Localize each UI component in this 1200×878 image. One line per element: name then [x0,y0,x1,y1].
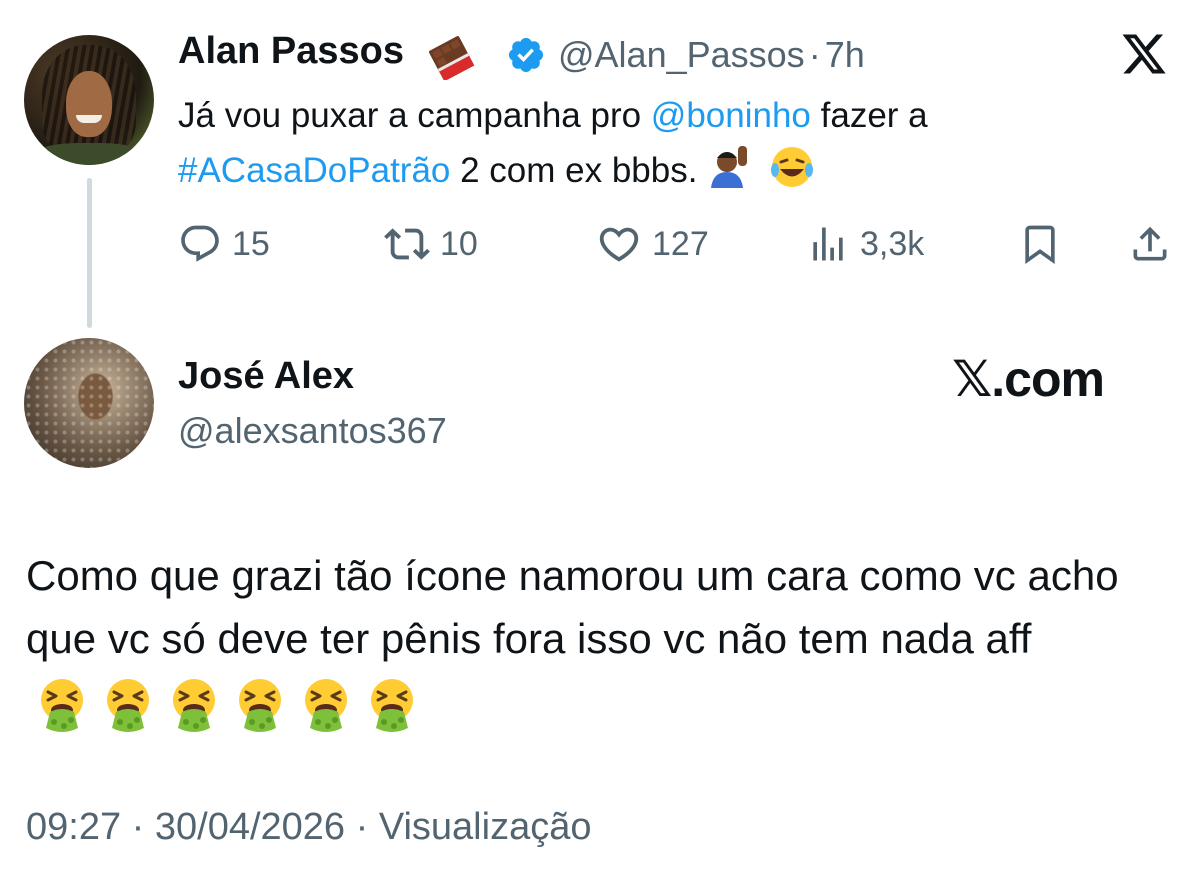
avatar-jose-alex[interactable] [24,338,154,468]
person-raising-hand-icon [711,146,748,188]
hashtag-link[interactable]: #ACasaDoPatrão [178,151,450,190]
tweet-timestamp: 09:27 · 30/04/2026 · Visualização [26,806,592,848]
heart-icon [599,227,639,262]
bookmark-icon [1025,225,1055,265]
share-icon [1133,226,1167,261]
thread-connector-line [87,178,92,328]
vomiting-face-icon [173,678,215,732]
reply-author-name[interactable]: José Alex [178,355,354,398]
reply-button[interactable]: 15 [178,220,270,268]
share-button[interactable] [1128,220,1172,268]
like-button[interactable]: 127 [596,220,709,268]
author-name[interactable]: Alan Passos [178,30,404,73]
x-dot-com-label: 𝕏.com [952,351,1105,407]
vomiting-face-icon [305,678,347,732]
views-count: 3,3k [860,224,925,263]
retweet-button[interactable]: 10 [384,220,478,268]
views-chart-icon [813,227,843,261]
parent-tweet-text: Já vou puxar a campanha pro @boninho faz… [178,96,928,190]
vomiting-face-icon [371,678,413,732]
vomiting-face-icon [41,678,83,732]
reply-author-handle[interactable]: @alexsantos367 [178,410,447,452]
chocolate-bar-icon [429,36,475,80]
reply-count: 15 [232,224,270,263]
laughing-tears-icon [770,147,813,187]
views-button[interactable]: 3,3k [806,220,924,268]
vomiting-emoji-row [34,676,420,734]
vomiting-face-icon [107,678,149,732]
retweet-icon [384,228,430,260]
avatar-alan-passos[interactable] [24,35,154,165]
x-logo-icon[interactable] [1118,30,1170,78]
vomiting-face-icon [239,678,281,732]
reply-icon [181,225,219,262]
bookmark-button[interactable] [1018,220,1062,268]
reply-tweet-text: Como que grazi tão ícone namorou um cara… [26,544,1176,734]
author-handle-and-time[interactable]: @Alan_Passos · 7h [558,34,865,76]
retweet-count: 10 [440,224,478,263]
mention-link[interactable]: @boninho [651,96,811,135]
like-count: 127 [652,224,709,263]
verified-badge-icon [508,37,544,73]
